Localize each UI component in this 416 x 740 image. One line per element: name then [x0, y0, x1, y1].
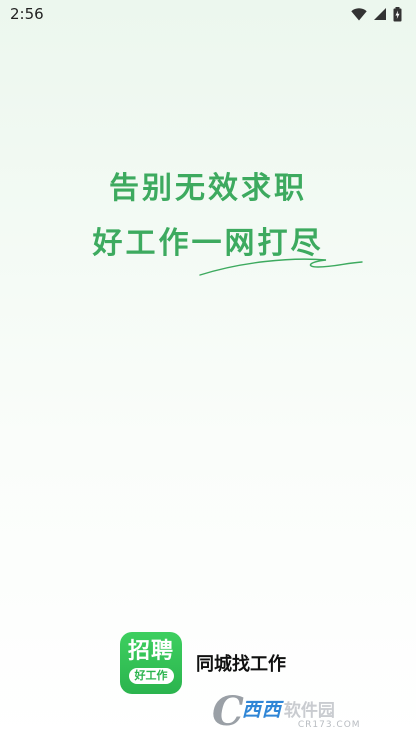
wifi-icon — [351, 7, 367, 20]
slogan-line-1: 告别无效求职 — [109, 171, 307, 206]
swoosh-underline — [199, 258, 363, 276]
logo-sub-text: 好工作 — [128, 668, 174, 684]
status-time: 2:56 — [10, 5, 44, 23]
logo-main-text: 招聘 — [127, 639, 174, 664]
cellular-signal-icon — [374, 8, 386, 20]
watermark-site-rest: 软件园 — [283, 700, 335, 721]
watermark-site-highlight: 西西 — [241, 698, 282, 721]
battery-charging-icon — [393, 6, 402, 21]
site-watermark: C 西西 软件园 CR173.COM — [212, 690, 398, 734]
brand-footer: 招聘 好工作 同城找工作 — [120, 632, 286, 694]
app-logo: 招聘 好工作 — [120, 632, 182, 694]
watermark-domain: CR173.COM — [297, 719, 361, 730]
app-name: 同城找工作 — [196, 654, 286, 675]
watermark-logo-letter: C — [212, 688, 244, 735]
status-icons — [351, 6, 402, 22]
status-bar: 2:56 — [0, 0, 416, 28]
